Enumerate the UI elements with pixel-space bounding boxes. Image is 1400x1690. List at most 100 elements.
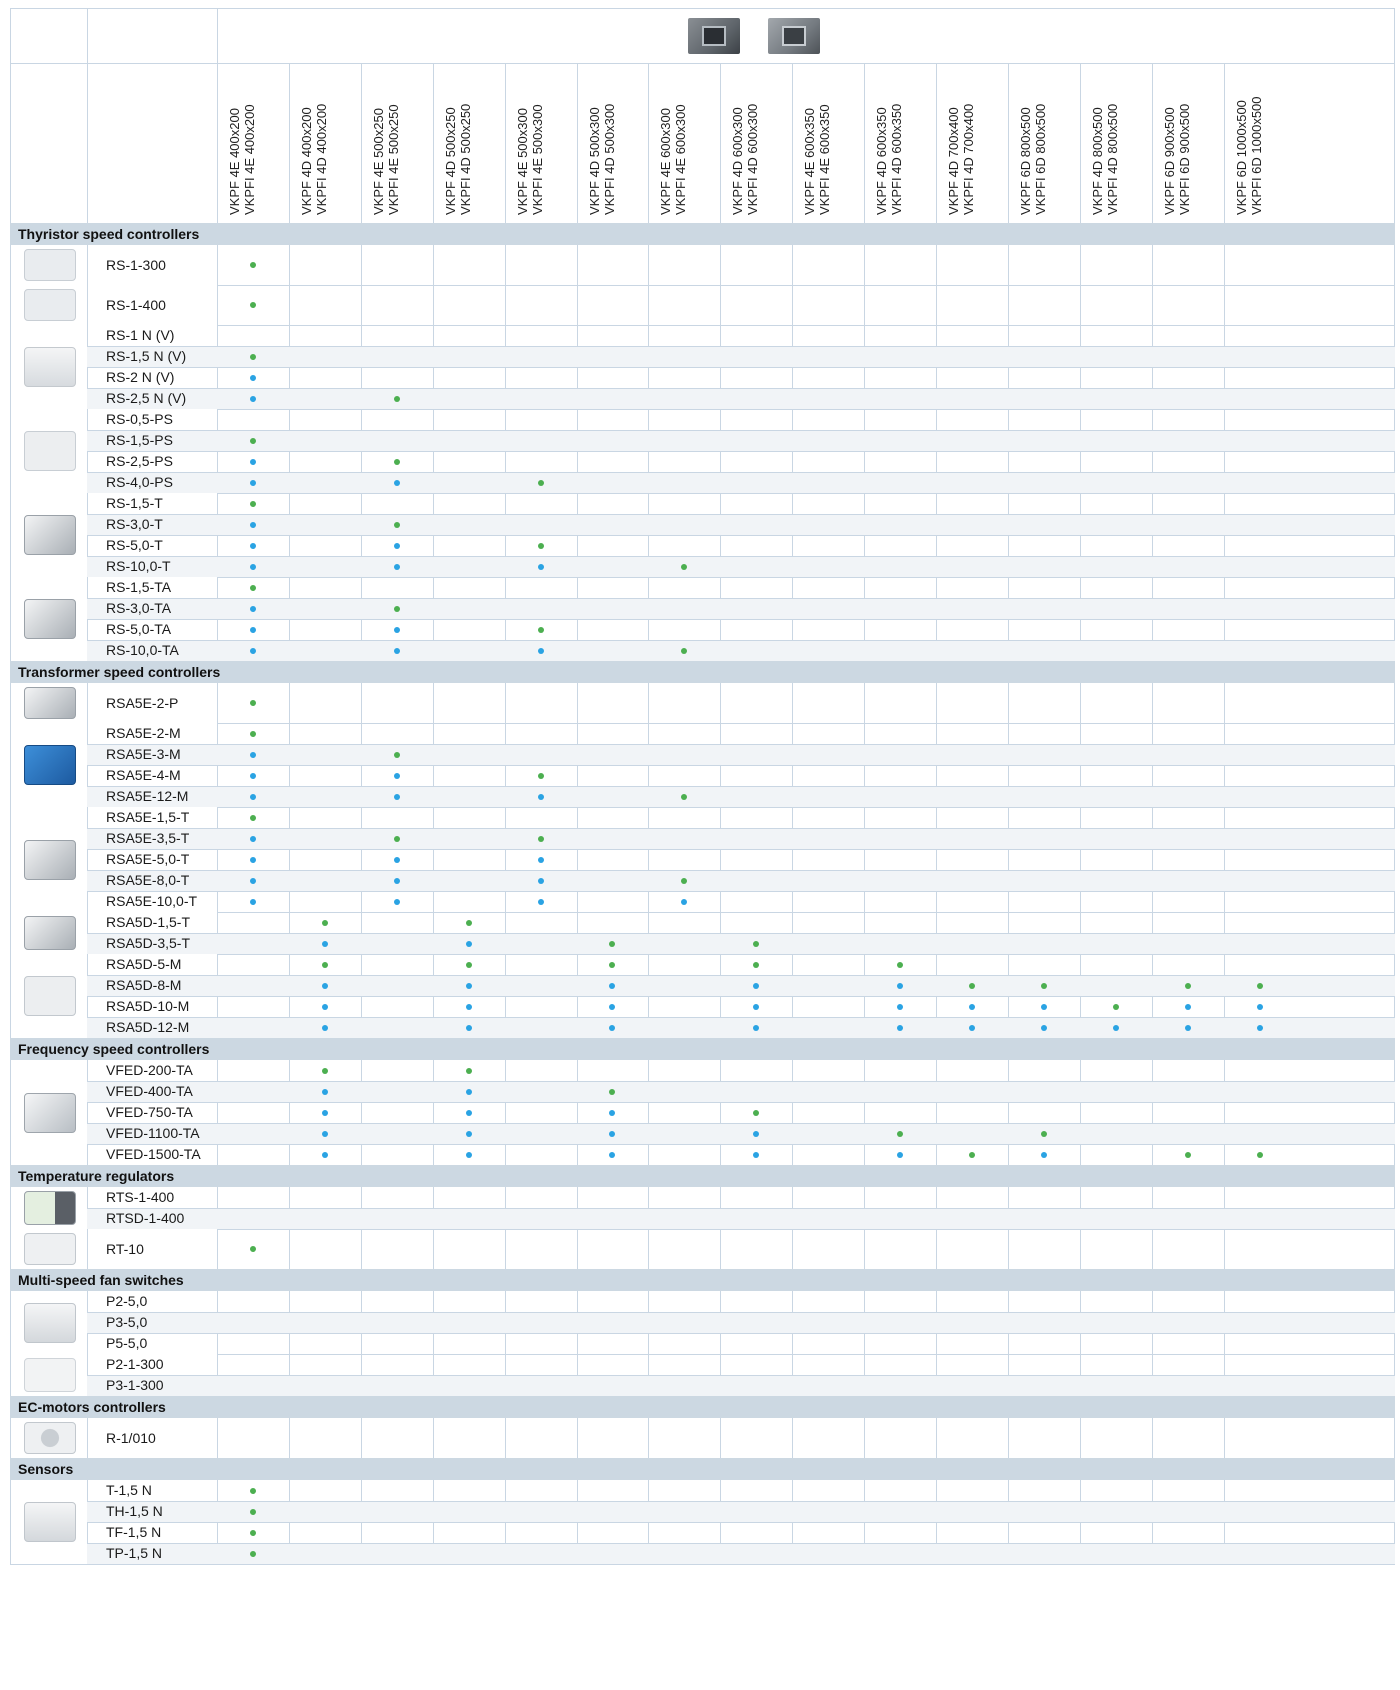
blue-compat-dot [538,794,544,800]
controller-name: RSA5D-3,5-T [106,935,191,951]
controller-name: RSA5D-1,5-T [106,914,191,930]
table-row: RSA5E-4-M [10,765,1395,786]
row-separator [87,996,1395,997]
model-name: VKPF 6D 1000x500 [1234,100,1249,215]
row-shade [87,1208,1395,1229]
green-compat-dot [250,438,256,444]
model-name: VKPFI 4D 600x350 [889,103,904,215]
row-separator [87,1208,1395,1209]
green-compat-dot [250,1488,256,1494]
controller-name: RS-10,0-TA [106,642,179,658]
row-shade [87,828,1395,849]
controller-name: RS-1,5-TA [106,579,172,595]
green-compat-dot [250,1246,256,1252]
row-separator [87,765,1395,766]
row-separator [87,1375,1395,1376]
controller-name: RS-1 N (V) [106,327,175,343]
green-compat-dot [322,962,328,968]
row-separator [87,1017,1395,1018]
table-row: RS-4,0-PS [10,472,1395,493]
row-shade [87,514,1395,535]
blue-compat-dot [394,480,400,486]
blue-compat-dot [1041,1004,1047,1010]
blue-compat-dot [394,543,400,549]
category-header: Transformer speed controllers [10,661,1395,683]
table-row: RSA5E-1,5-T [10,807,1395,828]
table-row: RSA5E-12-M [10,786,1395,807]
green-compat-dot [969,983,975,989]
green-compat-dot [897,1131,903,1137]
table-row: TP-1,5 N [10,1543,1395,1564]
column-divider [792,63,793,223]
blue-compat-dot [466,941,472,947]
table-row: RSA5D-10-M [10,996,1395,1017]
row-separator [87,346,1395,347]
blue-compat-dot [897,1025,903,1031]
table-row: RS-3,0-TA [10,598,1395,619]
table-row: RSA5E-3-M [10,744,1395,765]
green-compat-dot [466,962,472,968]
table-row: RS-1,5-TA [10,577,1395,598]
blue-compat-dot [250,899,256,905]
controller-name: TP-1,5 N [106,1545,163,1561]
green-compat-dot [250,700,256,706]
model-name: VKPF 4D 400x200 [299,107,314,215]
row-shade [87,598,1395,619]
blue-compat-dot [466,1110,472,1116]
controller-name: T-1,5 N [106,1482,152,1498]
row-shade [87,870,1395,891]
blue-compat-dot [250,773,256,779]
controller-name: VFED-400-TA [106,1083,193,1099]
model-name: VKPFI 6D 800x500 [1033,103,1048,215]
table-row: T-1,5 N [10,1480,1395,1501]
blue-compat-dot [609,1110,615,1116]
model-header-13: VKPF 6D 900x500 VKPFI 6D 900x500 [1162,75,1196,215]
green-compat-dot [681,878,687,884]
blue-compat-dot [753,1152,759,1158]
blue-compat-dot [250,878,256,884]
blue-compat-dot [466,1131,472,1137]
controller-name: VFED-750-TA [106,1104,193,1120]
row-separator [87,556,1395,557]
header-divider [10,8,11,223]
row-shade [87,640,1395,661]
table-row: TH-1,5 N [10,1501,1395,1522]
blue-compat-dot [1257,1025,1263,1031]
table-row: RS-3,0-T [10,514,1395,535]
blue-compat-dot [322,941,328,947]
blue-compat-dot [322,983,328,989]
model-name: VKPFI 4E 500x250 [386,104,401,215]
blue-compat-dot [250,522,256,528]
blue-compat-dot [969,1004,975,1010]
blue-compat-dot [250,648,256,654]
table-row: RS-1,5-T [10,493,1395,514]
model-header-4: VKPF 4E 500x300 VKPFI 4E 500x300 [515,75,549,215]
controller-name: VFED-1500-TA [106,1146,201,1162]
row-shade [87,786,1395,807]
green-compat-dot [250,1509,256,1515]
row-shade [87,744,1395,765]
row-shade [87,472,1395,493]
model-name: VKPFI 6D 900x500 [1177,103,1192,215]
row-shade [87,1375,1395,1396]
controller-name: P3-1-300 [106,1377,164,1393]
green-compat-dot [753,941,759,947]
blue-compat-dot [394,564,400,570]
green-compat-dot [538,543,544,549]
blue-compat-dot [466,1152,472,1158]
column-divider [1224,63,1225,223]
row-separator [87,828,1395,829]
table-row: RS-2,5 N (V) [10,388,1395,409]
header-divider [217,8,218,223]
controller-name: RS-1-300 [106,257,166,273]
controller-name: R-1/010 [106,1430,156,1446]
controller-name: P5-5,0 [106,1335,148,1351]
table-row: RSA5D-5-M [10,954,1395,975]
green-compat-dot [250,1551,256,1557]
category-header: Thyristor speed controllers [10,223,1395,245]
green-compat-dot [250,302,256,308]
row-separator [87,1522,1395,1523]
controller-name: RSA5E-2-P [106,695,179,711]
controller-name: RSA5E-5,0-T [106,851,190,867]
blue-compat-dot [394,878,400,884]
